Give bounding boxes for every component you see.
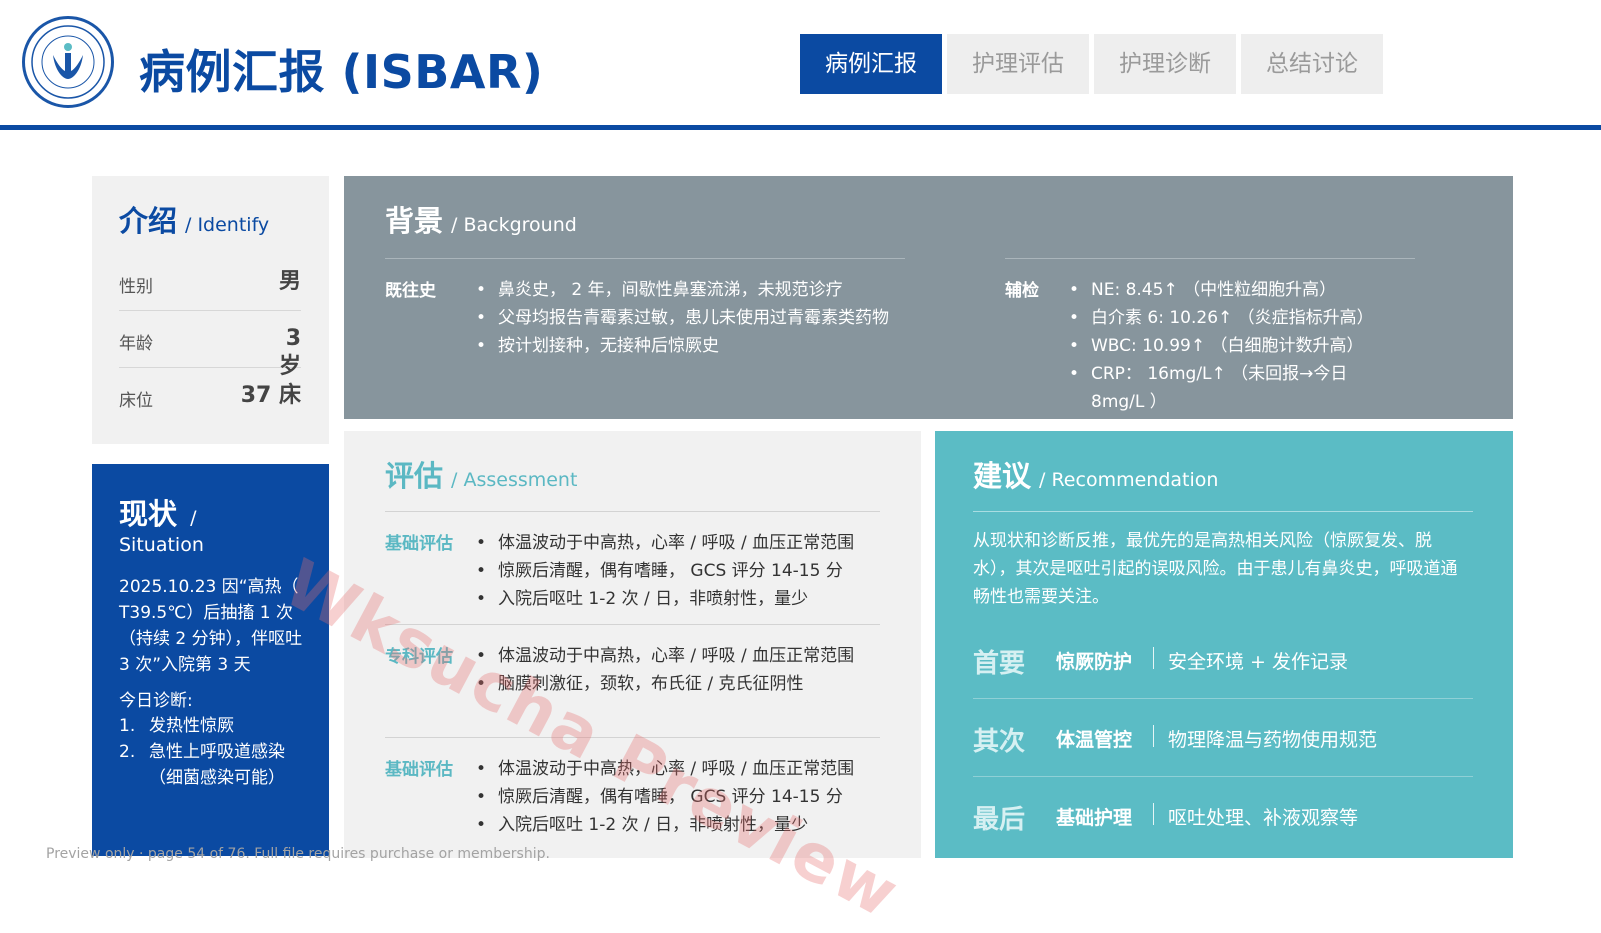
identify-label: 性别	[119, 277, 153, 297]
list-item: 父母均报告青霉素过敏，患儿未使用过青霉素类药物	[476, 304, 894, 332]
page-title: 病例汇报 (ISBAR)	[139, 45, 544, 99]
recommendation-divider	[973, 511, 1473, 512]
situation-text: 2025.10.23 因“高热（ T39.5℃）后抽搐 1 次（持续 2 分钟）…	[119, 577, 303, 675]
list-item: 体温波动于中高热，心率 / 呼吸 / 血压正常范围	[476, 642, 871, 670]
tab-case-report[interactable]: 病例汇报	[800, 34, 942, 94]
list-item: 鼻炎史， 2 年，间歇性鼻塞流涕，未规范诊疗	[476, 276, 894, 304]
priority-name: 基础护理	[1056, 807, 1133, 829]
assessment-card: 评估 / Assessment 基础评估 体温波动于中高热，心率 / 呼吸 / 血…	[344, 431, 921, 858]
priority-desc: 呕吐处理、补液观察等	[1168, 807, 1359, 829]
list-item: 入院后呕吐 1-2 次 / 日，非喷射性，量少	[476, 811, 871, 839]
identify-value: 37 床	[240, 383, 301, 408]
list-item: 2. 急性上呼吸道感染（细菌感染可能）	[119, 742, 285, 788]
list-item: 按计划接种，无接种后惊厥史	[476, 332, 894, 360]
identify-label: 床位	[119, 391, 153, 411]
list-item: 体温波动于中高热，心率 / 呼吸 / 血压正常范围	[476, 755, 871, 783]
list-item: CRP： 16mg/L↑ （未回报→今日 8mg/L ）	[1069, 360, 1369, 416]
identify-row-bed: 床位 37 床	[119, 368, 301, 424]
header-divider	[0, 125, 1601, 130]
assessment-label: 基础评估	[385, 760, 453, 780]
assessment-label: 专科评估	[385, 647, 453, 667]
recommendation-row-second: 其次 体温管控 物理降温与药物使用规范	[973, 699, 1473, 777]
hospital-logo-icon	[22, 16, 114, 108]
diagnosis-title: 今日诊断:	[119, 691, 193, 711]
priority-name: 惊厥防护	[1056, 651, 1133, 673]
tests-list: NE: 8.45↑ （中性粒细胞升高） 白介素 6: 10.26↑ （炎症指标升…	[1069, 276, 1374, 416]
situation-title-sep: /	[190, 507, 197, 529]
history-list: 鼻炎史， 2 年，间歇性鼻塞流涕，未规范诊疗 父母均报告青霉素过敏，患儿未使用过…	[476, 276, 894, 360]
assessment-list: 体温波动于中高热，心率 / 呼吸 / 血压正常范围 脑膜刺激征，颈软，布氏征 /…	[476, 642, 871, 698]
identify-title-en: / Identify	[185, 214, 270, 236]
list-item: 入院后呕吐 1-2 次 / 日，非喷射性，量少	[476, 585, 871, 613]
slide-header: 病例汇报 (ISBAR) 病例汇报 护理评估 护理诊断 总结讨论	[0, 0, 1601, 130]
recommendation-row-last: 最后 基础护理 呕吐处理、补液观察等	[973, 777, 1473, 855]
situation-card: 现状 / Situation 2025.10.23 因“高热（ T39.5℃）后…	[92, 464, 329, 856]
list-item: 白介素 6: 10.26↑ （炎症指标升高）	[1069, 304, 1374, 332]
situation-title: 现状	[119, 497, 178, 531]
assessment-list: 体温波动于中高热，心率 / 呼吸 / 血压正常范围 惊厥后清醒，偶有嗜睡， GC…	[476, 755, 871, 839]
assessment-title-en: / Assessment	[451, 469, 578, 491]
identify-label: 年龄	[119, 334, 153, 354]
background-card: 背景 / Background 既往史 鼻炎史， 2 年，间歇性鼻塞流涕，未规范诊…	[344, 176, 1513, 419]
tab-nursing-diagnosis[interactable]: 护理诊断	[1094, 34, 1236, 94]
list-item: 体温波动于中高热，心率 / 呼吸 / 血压正常范围	[476, 529, 871, 557]
list-item: 惊厥后清醒，偶有嗜睡， GCS 评分 14-15 分	[476, 557, 871, 585]
diagnosis-list: 1. 发热性惊厥 2. 急性上呼吸道感染（细菌感染可能）	[119, 713, 309, 791]
identify-value: 男	[278, 269, 301, 294]
list-item: 1. 发热性惊厥	[119, 716, 234, 736]
priority-desc: 安全环境 + 发作记录	[1168, 651, 1348, 673]
background-title-en: / Background	[451, 214, 577, 236]
recommendation-text: 从现状和诊断反推，最优先的是高热相关风险（惊厥复发、脱水），其次是呕吐引起的误吸…	[973, 531, 1458, 607]
list-item: 脑膜刺激征，颈软，布氏征 / 克氏征阴性	[476, 670, 871, 698]
priority-label: 首要	[973, 649, 1026, 679]
recommendation-title: 建议	[973, 459, 1032, 493]
priority-label: 其次	[973, 727, 1026, 757]
list-item: WBC: 10.99↑ （白细胞计数升高）	[1069, 332, 1369, 360]
situation-title-en: Situation	[119, 534, 204, 556]
tab-nursing-assessment[interactable]: 护理评估	[947, 34, 1089, 94]
identify-row-age: 年龄 3 岁	[119, 311, 301, 379]
priority-desc: 物理降温与药物使用规范	[1168, 729, 1378, 751]
identify-row-gender: 性别 男	[119, 254, 301, 311]
assessment-title: 评估	[385, 459, 444, 493]
preview-footer: Preview only · page 54 of 76. Full file …	[46, 846, 550, 862]
tests-label: 辅检	[1005, 281, 1039, 301]
assessment-list: 体温波动于中高热，心率 / 呼吸 / 血压正常范围 惊厥后清醒，偶有嗜睡， GC…	[476, 529, 871, 613]
background-title: 背景	[385, 204, 444, 238]
priority-label: 最后	[973, 805, 1026, 835]
history-label: 既往史	[385, 281, 436, 301]
list-item: 惊厥后清醒，偶有嗜睡， GCS 评分 14-15 分	[476, 783, 871, 811]
identify-title: 介绍	[119, 204, 178, 238]
priority-name: 体温管控	[1056, 729, 1133, 751]
tab-summary-discussion[interactable]: 总结讨论	[1241, 34, 1383, 94]
identify-card: 介绍 / Identify 性别 男 年龄 3 岁 床位 37 床	[92, 176, 329, 444]
recommendation-title-en: / Recommendation	[1039, 469, 1219, 491]
section-tabs: 病例汇报 护理评估 护理诊断 总结讨论	[800, 34, 1383, 94]
recommendation-card: 建议 / Recommendation 从现状和诊断反推，最优先的是高热相关风险（…	[935, 431, 1513, 858]
recommendation-row-first: 首要 惊厥防护 安全环境 + 发作记录	[973, 621, 1473, 699]
assessment-label: 基础评估	[385, 534, 453, 554]
list-item: NE: 8.45↑ （中性粒细胞升高）	[1069, 276, 1369, 304]
